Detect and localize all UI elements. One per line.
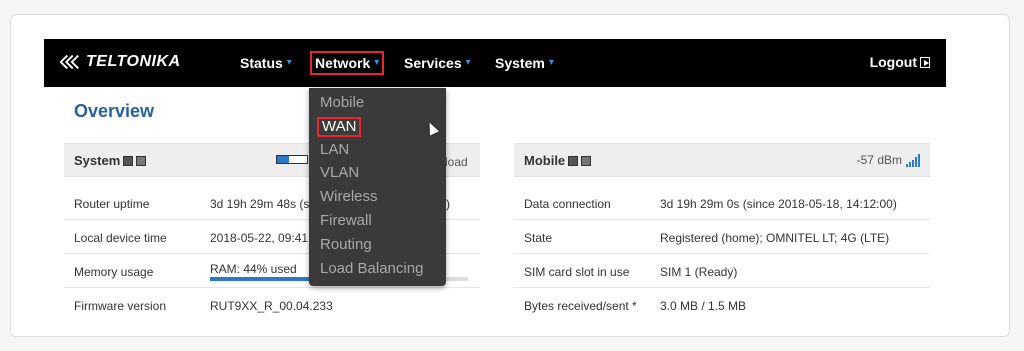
brand-name: TELTONIKA	[86, 53, 181, 70]
system-panel-title: System	[74, 153, 121, 168]
row-value: 3.0 MB / 1.5 MB	[660, 299, 747, 313]
row-key: Data connection	[524, 197, 611, 211]
row-value: 3d 19h 29m 0s (since 2018-05-18, 14:12:0…	[660, 197, 897, 211]
row-value-tail: )	[446, 197, 450, 211]
info-icon[interactable]	[568, 155, 579, 166]
menu-item-load-balancing[interactable]: Load Balancing	[320, 259, 423, 279]
info-icon[interactable]	[123, 155, 134, 166]
settings-icon[interactable]	[136, 155, 147, 166]
cpu-load-label: load	[445, 155, 468, 169]
chevron-down-icon: ▾	[286, 57, 292, 68]
row-value: RAM: 44% used	[210, 262, 297, 276]
cpu-load-fill	[277, 156, 289, 163]
row-value: RUT9XX_R_00.04.233	[210, 299, 333, 313]
menu-item-wireless[interactable]: Wireless	[320, 187, 378, 207]
signal-strength-text: -57 dBm	[856, 153, 902, 167]
teltonika-logo[interactable]: TELTONIKA	[58, 53, 181, 71]
nav-network[interactable]: Network ▾	[310, 51, 385, 75]
memory-progress-fill	[210, 277, 324, 281]
network-dropdown-menu: Mobile WAN LAN VLAN Wireless Firewall Ro…	[309, 88, 446, 286]
teltonika-logo-icon	[59, 54, 79, 70]
table-row: Bytes received/sent * 3.0 MB / 1.5 MB	[514, 288, 930, 322]
logout-button[interactable]: Logout	[870, 54, 930, 70]
logout-icon	[920, 56, 930, 68]
nav-services[interactable]: Services ▾	[404, 53, 471, 73]
logout-label: Logout	[869, 54, 917, 70]
row-value: 2018-05-22, 09:41	[210, 231, 309, 245]
row-key: Router uptime	[74, 197, 150, 211]
row-key: State	[524, 231, 553, 245]
nav-status[interactable]: Status ▾	[240, 53, 292, 73]
row-key: SIM card slot in use	[524, 265, 630, 279]
mobile-panel-header: Mobile -57 dBm	[514, 143, 930, 177]
row-key: Local device time	[74, 231, 167, 245]
top-navbar: TELTONIKA Status ▾ Network ▾ Services ▾ …	[44, 39, 946, 87]
row-key: Firmware version	[74, 299, 167, 313]
chevron-down-icon: ▾	[548, 57, 554, 68]
signal-bars-icon	[906, 153, 920, 167]
row-value: Registered (home); OMNITEL LT; 4G (LTE)	[660, 231, 890, 245]
settings-icon[interactable]	[581, 155, 592, 166]
nav-status-label: Status	[240, 55, 283, 71]
chevron-down-icon: ▾	[374, 57, 380, 68]
nav-network-label: Network	[315, 55, 371, 71]
table-row: SIM card slot in use SIM 1 (Ready)	[514, 254, 930, 288]
menu-item-lan[interactable]: LAN	[320, 140, 349, 160]
table-row: State Registered (home); OMNITEL LT; 4G …	[514, 220, 930, 254]
menu-item-wan[interactable]: WAN	[317, 117, 362, 137]
cpu-load-bar	[276, 155, 308, 164]
menu-item-firewall[interactable]: Firewall	[320, 211, 372, 231]
row-key: Bytes received/sent *	[524, 299, 637, 313]
row-value: SIM 1 (Ready)	[660, 265, 738, 279]
row-key: Memory usage	[74, 265, 154, 279]
menu-item-routing[interactable]: Routing	[320, 235, 372, 255]
nav-system-label: System	[495, 55, 545, 71]
table-row: Firmware version RUT9XX_R_00.04.233	[64, 288, 480, 322]
chevron-down-icon: ▾	[465, 57, 471, 68]
nav-services-label: Services	[404, 55, 462, 71]
page-title: Overview	[74, 101, 155, 121]
menu-item-vlan[interactable]: VLAN	[320, 163, 359, 183]
nav-system[interactable]: System ▾	[495, 53, 554, 73]
menu-item-mobile[interactable]: Mobile	[320, 93, 364, 113]
mobile-panel-title: Mobile	[524, 153, 566, 168]
table-row: Data connection 3d 19h 29m 0s (since 201…	[514, 186, 930, 220]
row-value: 3d 19h 29m 48s (s	[210, 197, 310, 211]
